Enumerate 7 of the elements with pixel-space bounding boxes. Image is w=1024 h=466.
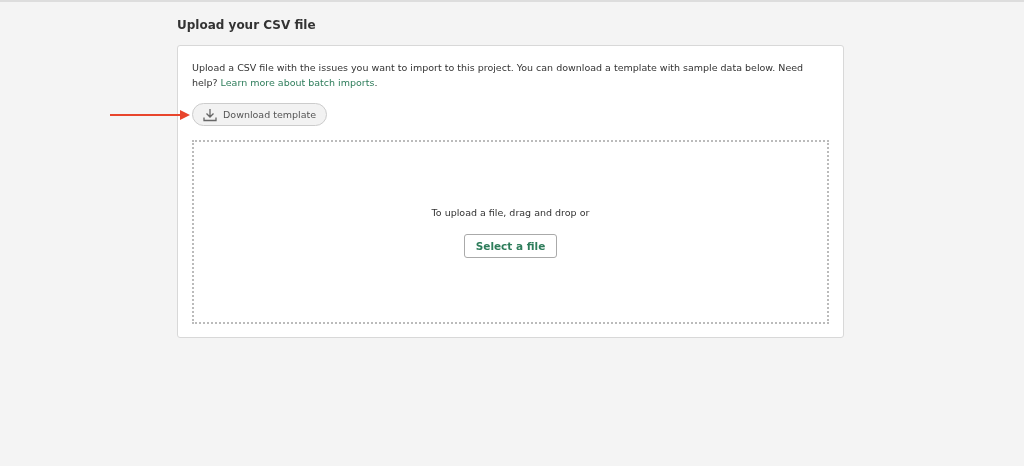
section-title: Upload your CSV file <box>177 18 317 32</box>
select-file-button[interactable]: Select a file <box>463 233 558 258</box>
download-icon <box>203 107 217 122</box>
description: Upload a CSV file with the issues you want to import to this project. You can download a template with sample data below. Need help? Learn more about batch imports. <box>192 61 805 90</box>
file-dropzone[interactable]: To upload a file, drag and drop or Select a file <box>192 140 829 324</box>
dropzone-prompt: To upload a file, drag and drop or <box>431 206 590 218</box>
download-template-button[interactable]: Download template <box>192 103 328 126</box>
